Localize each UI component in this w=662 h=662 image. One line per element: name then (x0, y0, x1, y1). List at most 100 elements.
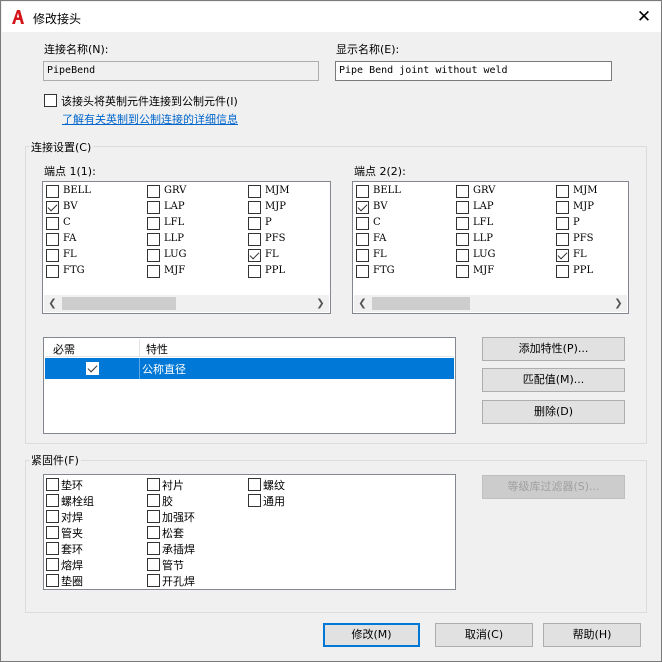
item-label: LUG (473, 249, 496, 260)
item-checkbox[interactable] (147, 217, 160, 230)
spec-filter-button[interactable]: 等级库过滤器(S)... (482, 475, 625, 499)
item-checkbox[interactable] (556, 233, 569, 246)
item-checkbox[interactable] (147, 510, 160, 523)
item-checkbox[interactable] (46, 558, 59, 571)
item-checkbox[interactable] (456, 249, 469, 262)
item-checkbox[interactable] (147, 542, 160, 555)
item-checkbox[interactable] (356, 201, 369, 214)
item-label: GRV (473, 185, 496, 196)
imperial-metric-info-link[interactable]: 了解有关英制到公制连接的详细信息 (62, 111, 238, 127)
item-checkbox[interactable] (46, 478, 59, 491)
close-icon[interactable]: ✕ (630, 5, 658, 29)
item-label: P (573, 217, 580, 228)
cancel-button[interactable]: 取消(C) (435, 623, 533, 647)
item-checkbox[interactable] (147, 574, 160, 587)
item-checkbox[interactable] (147, 233, 160, 246)
fasteners-checklist[interactable]: 垫环 螺栓组 对焊 管夹 套环 熔焊 垫圈 衬片胶加强环 松套 承插焊 管节 开孔焊 螺纹 通用 (43, 474, 456, 590)
item-checkbox[interactable] (456, 185, 469, 198)
item-checkbox[interactable] (248, 494, 261, 507)
item-checkbox[interactable] (46, 526, 59, 539)
item-checkbox[interactable] (147, 249, 160, 262)
item-checkbox[interactable] (248, 217, 261, 230)
property-grid[interactable]: 必需 特性 公称直径 (43, 337, 456, 434)
item-checkbox[interactable] (356, 233, 369, 246)
connection-name-field[interactable]: PipeBend (43, 61, 319, 81)
scroll-right-icon[interactable]: ❯ (312, 295, 329, 312)
item-checkbox[interactable] (46, 217, 59, 230)
item-checkbox[interactable] (46, 233, 59, 246)
delete-button[interactable]: 删除(D) (482, 400, 625, 424)
item-checkbox[interactable] (248, 233, 261, 246)
display-name-field[interactable]: Pipe Bend joint without weld (335, 61, 612, 81)
property-grid-header: 必需 特性 (45, 339, 454, 357)
item-checkbox[interactable] (556, 201, 569, 214)
item-label: C (63, 217, 71, 228)
item-checkbox[interactable] (46, 185, 59, 198)
item-checkbox[interactable] (147, 201, 160, 214)
item-checkbox[interactable] (46, 542, 59, 555)
item-checkbox[interactable] (248, 249, 261, 262)
item-checkbox[interactable] (46, 574, 59, 587)
item-label: C (373, 217, 381, 228)
item-checkbox[interactable] (147, 526, 160, 539)
modify-joint-dialog: 修改接头 ✕ 连接名称(N): PipeBend 显示名称(E): Pipe B… (0, 0, 662, 662)
item-label: BELL (63, 185, 91, 196)
item-checkbox[interactable] (147, 185, 160, 198)
scroll-thumb[interactable] (372, 297, 470, 310)
scroll-left-icon[interactable]: ❮ (44, 295, 61, 312)
item-checkbox[interactable] (147, 478, 160, 491)
connection-settings-title: 连接设置(C) (29, 139, 94, 155)
item-checkbox[interactable] (356, 265, 369, 278)
item-checkbox[interactable] (456, 265, 469, 278)
item-checkbox[interactable] (248, 185, 261, 198)
table-row[interactable]: 公称直径 (45, 358, 454, 379)
item-checkbox[interactable] (556, 249, 569, 262)
help-button[interactable]: 帮助(H) (543, 623, 641, 647)
scroll-right-icon[interactable]: ❯ (610, 295, 627, 312)
item-checkbox[interactable] (46, 494, 59, 507)
match-value-button[interactable]: 匹配值(M)... (482, 368, 625, 392)
item-label: MJP (573, 201, 594, 212)
item-label: 管节 (162, 559, 184, 572)
item-checkbox[interactable] (147, 558, 160, 571)
item-label: BV (373, 201, 388, 212)
item-label: 螺栓组 (61, 495, 94, 508)
item-label: MJP (265, 201, 286, 212)
end1-horizontal-scrollbar[interactable]: ❮ ❯ (44, 295, 329, 312)
end2-horizontal-scrollbar[interactable]: ❮ ❯ (354, 295, 627, 312)
item-checkbox[interactable] (356, 217, 369, 230)
item-checkbox[interactable] (248, 478, 261, 491)
item-checkbox[interactable] (147, 494, 160, 507)
item-checkbox[interactable] (46, 510, 59, 523)
item-label: FL (265, 249, 279, 260)
item-checkbox[interactable] (356, 185, 369, 198)
end1-checklist[interactable]: ❮ ❯ BELL GRV MJM BV LAP MJP C LFL P FA LLP PFS FL LUG… (42, 181, 331, 314)
modify-button[interactable]: 修改(M) (323, 623, 420, 647)
item-checkbox[interactable] (456, 217, 469, 230)
item-checkbox[interactable] (147, 265, 160, 278)
item-checkbox[interactable] (46, 265, 59, 278)
item-label: MJF (164, 265, 186, 276)
add-property-button[interactable]: 添加特性(P)... (482, 337, 625, 361)
item-checkbox[interactable] (456, 233, 469, 246)
end2-label: 端点 2(2): (354, 165, 406, 178)
item-label: MJF (473, 265, 495, 276)
required-checkbox[interactable] (86, 362, 99, 375)
item-label: 开孔焊 (162, 575, 195, 588)
item-label: LUG (164, 249, 187, 260)
item-checkbox[interactable] (248, 201, 261, 214)
item-checkbox[interactable] (556, 185, 569, 198)
item-label: 垫圈 (61, 575, 83, 588)
item-checkbox[interactable] (556, 265, 569, 278)
item-checkbox[interactable] (456, 201, 469, 214)
item-checkbox[interactable] (556, 217, 569, 230)
end2-checklist[interactable]: ❮ ❯ BELL GRV MJM BV LAP MJP C LFL P FA LLP PFS FL LUG… (352, 181, 629, 314)
item-checkbox[interactable] (356, 249, 369, 262)
item-label: 管夹 (61, 527, 83, 540)
item-checkbox[interactable] (248, 265, 261, 278)
item-checkbox[interactable] (46, 201, 59, 214)
scroll-thumb[interactable] (62, 297, 176, 310)
scroll-left-icon[interactable]: ❮ (354, 295, 371, 312)
item-checkbox[interactable] (46, 249, 59, 262)
imperial-to-metric-checkbox[interactable] (44, 94, 57, 107)
